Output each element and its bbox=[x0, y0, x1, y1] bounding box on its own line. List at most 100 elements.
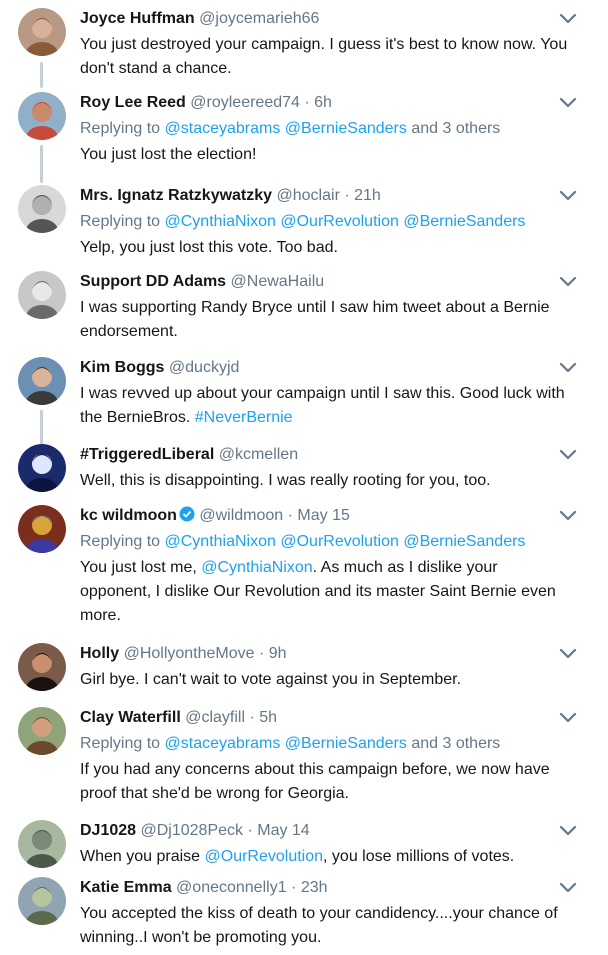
tweet-header: kc wildmoon @wildmoon · May 15 bbox=[80, 505, 568, 527]
tweet-content: DJ1028 @Dj1028Peck · May 14 When you prai… bbox=[80, 820, 568, 869]
thread-line-3 bbox=[40, 410, 43, 446]
display-name[interactable]: Support DD Adams bbox=[80, 273, 226, 290]
tweet-header: Joyce Huffman @joycemarieh66 bbox=[80, 8, 568, 30]
username[interactable]: @hoclair bbox=[277, 187, 340, 204]
username[interactable]: @kcmellen bbox=[219, 446, 298, 463]
avatar[interactable] bbox=[18, 643, 66, 691]
tweet-content: Joyce Huffman @joycemarieh66 You just des… bbox=[80, 8, 568, 81]
tweet-content: Katie Emma @oneconnelly1 · 23h You accept… bbox=[80, 877, 568, 950]
timestamp[interactable]: · 6h bbox=[300, 94, 332, 111]
username[interactable]: @oneconnelly1 bbox=[176, 879, 287, 896]
replying-prefix: Replying to bbox=[80, 120, 165, 137]
tweet-header: Kim Boggs @duckyjd bbox=[80, 357, 568, 379]
tweet-header: Support DD Adams @NewaHailu bbox=[80, 271, 568, 293]
mention-link[interactable]: @BernieSanders bbox=[285, 735, 407, 752]
display-name[interactable]: Katie Emma bbox=[80, 879, 172, 896]
avatar[interactable] bbox=[18, 8, 66, 56]
tweet-content: Holly @HollyontheMove · 9h Girl bye. I ca… bbox=[80, 643, 568, 692]
tweet-header: DJ1028 @Dj1028Peck · May 14 bbox=[80, 820, 568, 842]
tweet-header: #TriggeredLiberal @kcmellen bbox=[80, 444, 568, 466]
display-name[interactable]: Roy Lee Reed bbox=[80, 94, 186, 111]
avatar[interactable] bbox=[18, 505, 66, 553]
username[interactable]: @joycemarieh66 bbox=[199, 10, 319, 27]
inline-link[interactable]: #NeverBernie bbox=[195, 409, 293, 426]
tweet-content: Roy Lee Reed @royleereed74 · 6h Replying … bbox=[80, 92, 568, 167]
avatar[interactable] bbox=[18, 271, 66, 319]
mention-link[interactable]: @BernieSanders bbox=[403, 533, 525, 550]
username[interactable]: @HollyontheMove bbox=[124, 645, 255, 662]
tweet-text: Girl bye. I can't wait to vote against y… bbox=[80, 668, 568, 692]
chevron-down-icon[interactable] bbox=[558, 12, 578, 26]
mention-link[interactable]: @staceyabrams bbox=[165, 735, 281, 752]
chevron-down-icon[interactable] bbox=[558, 361, 578, 375]
inline-link[interactable]: @OurRevolution bbox=[205, 848, 324, 865]
replying-suffix: and 3 others bbox=[406, 735, 501, 752]
username[interactable]: @Dj1028Peck bbox=[141, 822, 244, 839]
avatar[interactable] bbox=[18, 877, 66, 925]
username[interactable]: @NewaHailu bbox=[231, 273, 325, 290]
replying-to: Replying to @CynthiaNixon @OurRevolution… bbox=[80, 531, 568, 553]
replying-prefix: Replying to bbox=[80, 213, 165, 230]
avatar[interactable] bbox=[18, 92, 66, 140]
tweet-header: Holly @HollyontheMove · 9h bbox=[80, 643, 568, 665]
display-name[interactable]: Joyce Huffman bbox=[80, 10, 195, 27]
chevron-down-icon[interactable] bbox=[558, 509, 578, 523]
display-name[interactable]: Kim Boggs bbox=[80, 359, 164, 376]
mention-link[interactable]: @CynthiaNixon bbox=[165, 533, 276, 550]
text-segment: Girl bye. I can't wait to vote against y… bbox=[80, 671, 462, 688]
tweet-content: Clay Waterfill @clayfill · 5h Replying to… bbox=[80, 707, 568, 806]
timestamp[interactable]: · May 15 bbox=[283, 507, 350, 524]
tweet-text: You just lost the election! bbox=[80, 143, 568, 167]
mention-link[interactable]: @OurRevolution bbox=[280, 533, 399, 550]
replying-prefix: Replying to bbox=[80, 533, 165, 550]
chevron-down-icon[interactable] bbox=[558, 96, 578, 110]
tweet-header: Roy Lee Reed @royleereed74 · 6h bbox=[80, 92, 568, 114]
chevron-down-icon[interactable] bbox=[558, 881, 578, 895]
inline-link[interactable]: @CynthiaNixon bbox=[201, 559, 312, 576]
chevron-down-icon[interactable] bbox=[558, 448, 578, 462]
timestamp[interactable]: · 23h bbox=[287, 879, 327, 896]
timestamp[interactable]: · May 14 bbox=[243, 822, 309, 839]
timestamp[interactable]: · 5h bbox=[245, 709, 277, 726]
chevron-down-icon[interactable] bbox=[558, 189, 578, 203]
tweet-content: Support DD Adams @NewaHailu I was support… bbox=[80, 271, 568, 344]
mention-link[interactable]: @OurRevolution bbox=[280, 213, 399, 230]
text-segment: You just lost the election! bbox=[80, 146, 257, 163]
avatar[interactable] bbox=[18, 444, 66, 492]
username[interactable]: @wildmoon bbox=[199, 507, 283, 524]
display-name[interactable]: Mrs. Ignatz Ratzkywatzky bbox=[80, 187, 272, 204]
chevron-down-icon[interactable] bbox=[558, 824, 578, 838]
replying-prefix: Replying to bbox=[80, 735, 165, 752]
mention-link[interactable]: @CynthiaNixon bbox=[165, 213, 276, 230]
avatar[interactable] bbox=[18, 185, 66, 233]
text-segment: Yelp, you just lost this vote. Too bad. bbox=[80, 239, 338, 256]
timestamp[interactable]: · 21h bbox=[340, 187, 380, 204]
tweet-text: You just lost me, @CynthiaNixon. As much… bbox=[80, 556, 568, 628]
tweet-content: #TriggeredLiberal @kcmellen Well, this is… bbox=[80, 444, 568, 493]
chevron-down-icon[interactable] bbox=[558, 647, 578, 661]
text-segment: , you lose millions of votes. bbox=[323, 848, 515, 865]
replying-to: Replying to @staceyabrams @BernieSanders… bbox=[80, 733, 568, 755]
avatar[interactable] bbox=[18, 707, 66, 755]
display-name[interactable]: Holly bbox=[80, 645, 119, 662]
timestamp[interactable]: · 9h bbox=[255, 645, 287, 662]
replying-to: Replying to @CynthiaNixon @OurRevolution… bbox=[80, 211, 568, 233]
username[interactable]: @duckyjd bbox=[169, 359, 240, 376]
display-name[interactable]: Clay Waterfill bbox=[80, 709, 181, 726]
display-name[interactable]: DJ1028 bbox=[80, 822, 136, 839]
avatar[interactable] bbox=[18, 357, 66, 405]
mention-link[interactable]: @BernieSanders bbox=[285, 120, 407, 137]
chevron-down-icon[interactable] bbox=[558, 711, 578, 725]
tweet-content: kc wildmoon @wildmoon · May 15 Replying t… bbox=[80, 505, 568, 628]
text-segment: You just lost me, bbox=[80, 559, 202, 576]
display-name[interactable]: #TriggeredLiberal bbox=[80, 446, 214, 463]
mention-link[interactable]: @BernieSanders bbox=[403, 213, 525, 230]
chevron-down-icon[interactable] bbox=[558, 275, 578, 289]
replying-suffix: and 3 others bbox=[406, 120, 501, 137]
username[interactable]: @royleereed74 bbox=[190, 94, 300, 111]
username[interactable]: @clayfill bbox=[185, 709, 245, 726]
display-name[interactable]: kc wildmoon bbox=[80, 507, 177, 524]
avatar[interactable] bbox=[18, 820, 66, 868]
mention-link[interactable]: @staceyabrams bbox=[165, 120, 281, 137]
verified-badge-icon bbox=[179, 506, 195, 522]
